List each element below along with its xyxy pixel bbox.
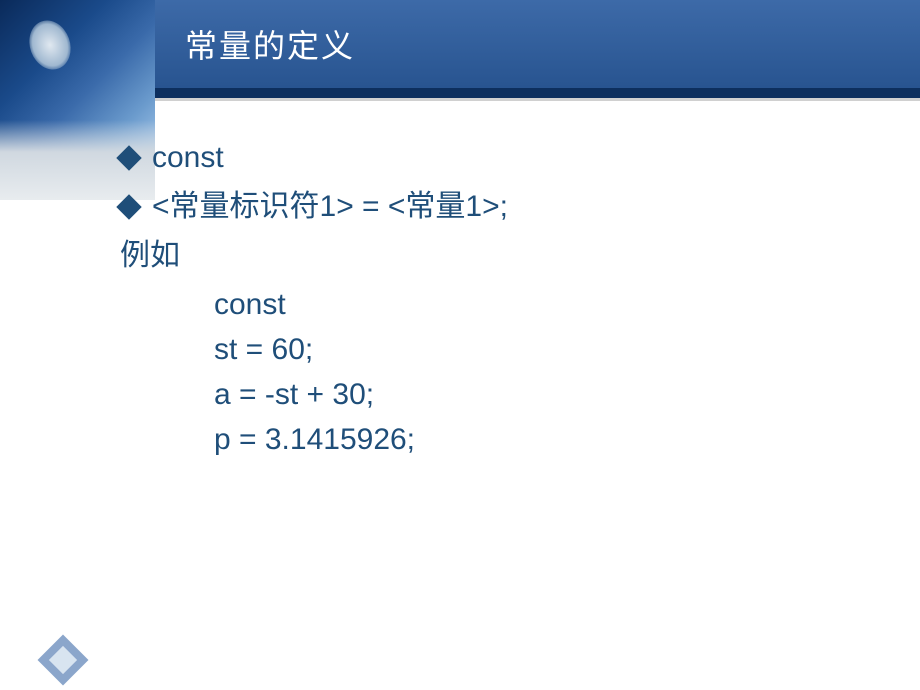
code-block: const st = 60; a = -st + 30; p = 3.14159…	[214, 282, 880, 462]
footer-diamond-decoration	[45, 642, 81, 678]
code-line: st = 60;	[214, 327, 880, 372]
bullet-text: const	[152, 135, 224, 180]
example-label: 例如	[120, 233, 880, 278]
header-row: 常量的定义	[155, 0, 920, 88]
code-line: const	[214, 282, 880, 327]
diamond-bullet-icon	[116, 145, 141, 170]
slide: 常量的定义 const <常量标识符1> = <常量1>; 例如 const s…	[0, 0, 920, 690]
diamond-bullet-icon	[116, 194, 141, 219]
bullet-text: <常量标识符1> = <常量1>;	[152, 184, 508, 229]
code-line: p = 3.1415926;	[214, 417, 880, 462]
slide-title: 常量的定义	[185, 21, 355, 67]
header-accent-band	[155, 88, 920, 98]
bullet-item: <常量标识符1> = <常量1>;	[120, 184, 880, 229]
code-line: a = -st + 30;	[214, 372, 880, 417]
content-area: const <常量标识符1> = <常量1>; 例如 const st = 60…	[120, 135, 880, 462]
bullet-item: const	[120, 135, 880, 180]
